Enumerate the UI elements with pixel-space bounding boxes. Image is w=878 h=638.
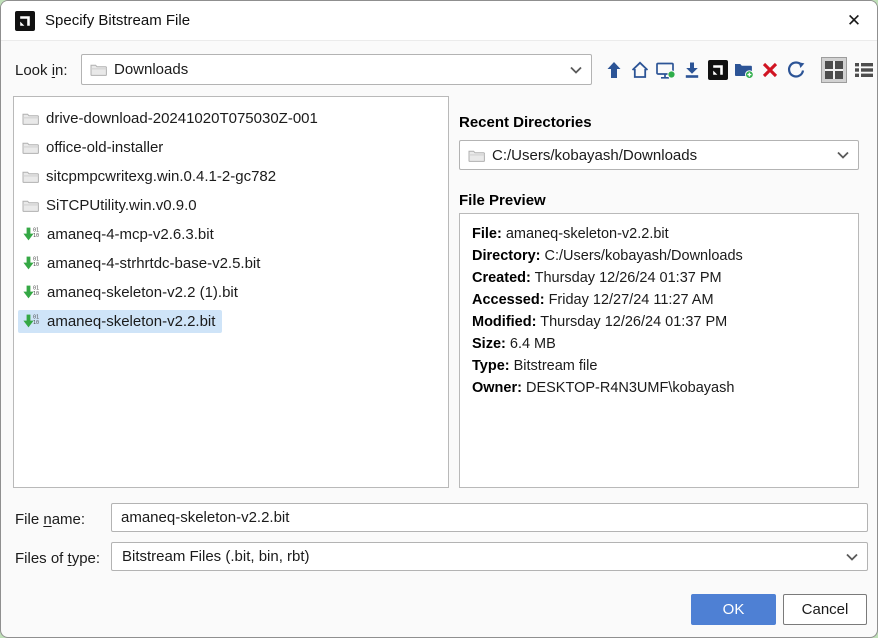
look-in-value: Downloads xyxy=(114,61,188,78)
file-name-label: File name: xyxy=(15,511,85,528)
files-of-type-dropdown[interactable]: Bitstream Files (.bit, bin, rbt) xyxy=(111,542,868,571)
xilinx-logo-icon[interactable] xyxy=(705,55,731,84)
preview-field: Directory: C:/Users/kobayash/Downloads xyxy=(472,245,846,267)
toolbar xyxy=(601,54,877,85)
up-icon[interactable] xyxy=(601,55,627,84)
preview-field: File: amaneq-skeleton-v2.2.bit xyxy=(472,223,846,245)
file-preview-panel: File: amaneq-skeleton-v2.2.bit Directory… xyxy=(459,213,859,488)
window-title: Specify Bitstream File xyxy=(45,12,190,29)
folder-icon xyxy=(22,140,39,155)
refresh-icon[interactable] xyxy=(783,55,809,84)
file-preview-heading: File Preview xyxy=(459,192,546,209)
title-bar: Specify Bitstream File ✕ xyxy=(1,1,877,41)
folder-icon xyxy=(22,111,39,126)
list-item[interactable]: office-old-installer xyxy=(18,133,444,162)
file-dialog: Specify Bitstream File ✕ Look in: Downlo… xyxy=(0,0,878,638)
desktop-icon[interactable] xyxy=(653,55,679,84)
list-view-icon[interactable] xyxy=(851,57,877,83)
files-of-type-label: Files of type: xyxy=(15,550,100,567)
bitstream-file-icon xyxy=(22,314,40,329)
chevron-down-icon xyxy=(570,66,582,74)
close-icon[interactable]: ✕ xyxy=(831,1,877,41)
preview-field: Size: 6.4 MB xyxy=(472,333,846,355)
list-item[interactable]: amaneq-skeleton-v2.2 (1).bit xyxy=(18,278,444,307)
cancel-button[interactable]: Cancel xyxy=(783,594,867,625)
file-list-panel: drive-download-20241020T075030Z-001 offi… xyxy=(13,96,449,488)
folder-icon xyxy=(22,169,39,184)
preview-field: Created: Thursday 12/26/24 01:37 PM xyxy=(472,267,846,289)
folder-icon xyxy=(468,148,485,163)
file-name-input[interactable] xyxy=(111,503,868,532)
bitstream-file-icon xyxy=(22,256,40,271)
home-icon[interactable] xyxy=(627,55,653,84)
recent-directory-value: C:/Users/kobayash/Downloads xyxy=(492,147,697,164)
ok-button[interactable]: OK xyxy=(691,594,776,625)
list-item[interactable]: drive-download-20241020T075030Z-001 xyxy=(18,104,444,133)
view-toggle-group xyxy=(821,57,877,83)
chevron-down-icon xyxy=(837,151,849,159)
look-in-label: Look in: xyxy=(15,62,68,79)
chevron-down-icon xyxy=(846,553,858,561)
files-of-type-value: Bitstream Files (.bit, bin, rbt) xyxy=(122,548,310,565)
preview-field: Type: Bitstream file xyxy=(472,355,846,377)
bitstream-file-icon xyxy=(22,285,40,300)
folder-icon xyxy=(90,62,107,77)
xilinx-logo-icon xyxy=(15,11,35,31)
grid-view-icon[interactable] xyxy=(821,57,847,83)
list-item[interactable]: amaneq-skeleton-v2.2.bit xyxy=(18,307,444,336)
list-item[interactable]: SiTCPUtility.win.v0.9.0 xyxy=(18,191,444,220)
delete-icon[interactable] xyxy=(757,55,783,84)
recent-directories-dropdown[interactable]: C:/Users/kobayash/Downloads xyxy=(459,140,859,170)
look-in-dropdown[interactable]: Downloads xyxy=(81,54,592,85)
folder-icon xyxy=(22,198,39,213)
new-folder-icon[interactable] xyxy=(731,55,757,84)
download-icon[interactable] xyxy=(679,55,705,84)
preview-field: Modified: Thursday 12/26/24 01:37 PM xyxy=(472,311,846,333)
preview-field: Owner: DESKTOP-R4N3UMF\kobayash xyxy=(472,377,846,399)
list-item[interactable]: amaneq-4-strhrtdc-base-v2.5.bit xyxy=(18,249,444,278)
bitstream-file-icon xyxy=(22,227,40,242)
list-item[interactable]: sitcpmpcwritexg.win.0.4.1-2-gc782 xyxy=(18,162,444,191)
list-item[interactable]: amaneq-4-mcp-v2.6.3.bit xyxy=(18,220,444,249)
recent-directories-heading: Recent Directories xyxy=(459,114,592,131)
preview-field: Accessed: Friday 12/27/24 11:27 AM xyxy=(472,289,846,311)
